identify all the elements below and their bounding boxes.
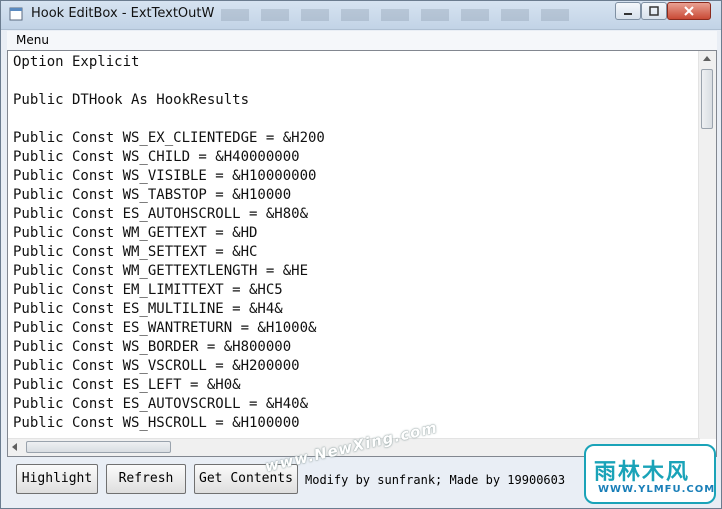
site-logo-watermark: 雨林木风 WWW.YLMFU.COM xyxy=(584,444,716,504)
code-line: Public Const WS_CHILD = &H40000000 xyxy=(13,149,300,165)
code-line: Public Const WS_VSCROLL = &H200000 xyxy=(13,358,300,374)
logo-sub-text: WWW.YLMFU.COM xyxy=(598,484,716,495)
horizontal-scroll-thumb[interactable] xyxy=(26,441,171,453)
code-line: Public Const ES_AUTOHSCROLL = &H80& xyxy=(13,206,309,222)
code-line: Public Const WM_SETTEXT = &HC xyxy=(13,244,258,260)
code-line: Public DTHook As HookResults xyxy=(13,92,250,108)
code-line: Public Const WM_GETTEXTLENGTH = &HE xyxy=(13,263,309,279)
minimize-icon xyxy=(624,13,632,15)
maximize-button[interactable] xyxy=(641,2,667,20)
code-editor[interactable]: Option Explicit Public DTHook As HookRes… xyxy=(7,50,717,457)
close-icon xyxy=(684,6,694,16)
code-line: Public Const WM_GETTEXT = &HD xyxy=(13,225,258,241)
scroll-left-arrow-icon[interactable] xyxy=(12,443,17,451)
code-line: Public Const WS_VISIBLE = &H10000000 xyxy=(13,168,317,184)
window-title: Hook EditBox - ExtTextOutW xyxy=(31,6,215,21)
scroll-up-arrow-icon[interactable] xyxy=(703,56,711,61)
app-window-icon xyxy=(9,7,23,21)
app-window: Hook EditBox - ExtTextOutW Menu Option E… xyxy=(0,0,722,509)
vertical-scrollbar[interactable] xyxy=(698,51,716,439)
code-line: Public Const ES_MULTILINE = &H4& xyxy=(13,301,283,317)
code-line: Option Explicit xyxy=(13,54,140,70)
code-line: Public Const WS_TABSTOP = &H10000 xyxy=(13,187,292,203)
title-bar: Hook EditBox - ExtTextOutW xyxy=(1,1,721,30)
code-line: Public Const WS_BORDER = &H800000 xyxy=(13,339,292,355)
code-text[interactable]: Option Explicit Public DTHook As HookRes… xyxy=(13,53,325,433)
code-line: Public Const ES_AUTOVSCROLL = &H40& xyxy=(13,396,309,412)
credit-label: Modify by sunfrank; Made by 19900603 xyxy=(305,473,566,487)
title-bar-blur xyxy=(221,9,581,21)
refresh-button[interactable]: Refresh xyxy=(106,464,186,494)
code-line: Public Const ES_LEFT = &H0& xyxy=(13,377,241,393)
code-line: Public Const EM_LIMITTEXT = &HC5 xyxy=(13,282,283,298)
close-button[interactable] xyxy=(667,2,711,20)
code-line: Public Const WS_EX_CLIENTEDGE = &H200 xyxy=(13,130,325,146)
menu-item-menu[interactable]: Menu xyxy=(16,33,49,47)
code-line: Public Const WS_HSCROLL = &H100000 xyxy=(13,415,300,431)
menu-bar: Menu xyxy=(7,31,717,51)
maximize-icon xyxy=(649,6,659,16)
vertical-scroll-thumb[interactable] xyxy=(701,69,713,129)
code-line: Public Const ES_WANTRETURN = &H1000& xyxy=(13,320,317,336)
minimize-button[interactable] xyxy=(615,2,641,20)
highlight-button[interactable]: Highlight xyxy=(16,464,98,494)
logo-main-text: 雨林木风 xyxy=(594,460,691,485)
